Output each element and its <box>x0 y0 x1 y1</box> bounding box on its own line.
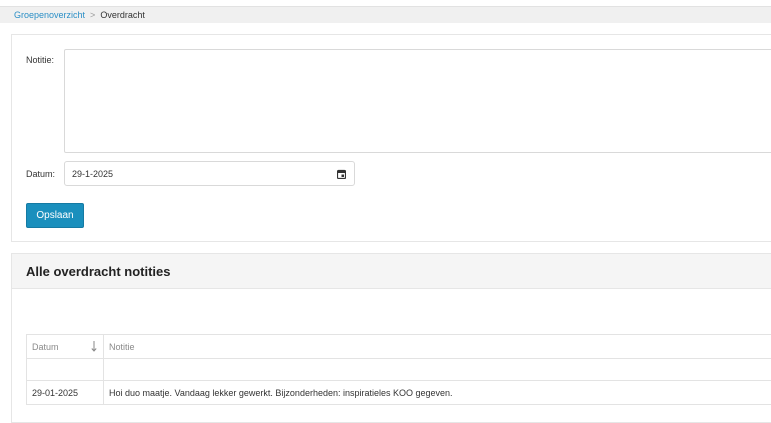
notities-table: Datum Notitie 29-01-2025 Hoi duo maatje.… <box>26 334 771 405</box>
table-cell <box>27 359 104 381</box>
datum-input[interactable]: 29-1-2025 <box>64 161 355 186</box>
datum-value: 29-1-2025 <box>72 169 113 179</box>
table-header-row: Datum Notitie <box>27 335 771 359</box>
table-row[interactable]: 29-01-2025 Hoi duo maatje. Vandaag lekke… <box>27 381 771 405</box>
table-filter-row <box>27 359 771 381</box>
datum-label: Datum: <box>26 169 55 179</box>
save-button[interactable]: Opslaan <box>26 203 84 228</box>
panel-title: Alle overdracht notities <box>26 264 170 279</box>
column-header-notitie[interactable]: Notitie <box>104 335 771 359</box>
table-cell-notitie: Hoi duo maatje. Vandaag lekker gewerkt. … <box>104 381 771 405</box>
column-header-datum[interactable]: Datum <box>27 335 104 359</box>
sort-down-arrow-icon[interactable] <box>91 341 97 352</box>
overdracht-list-panel: Alle overdracht notities Datum Notitie <box>11 253 771 423</box>
column-header-datum-label: Datum <box>32 342 59 352</box>
notitie-label: Notitie: <box>26 55 54 65</box>
breadcrumb-link-groepenoverzicht[interactable]: Groepenoverzicht <box>14 10 85 20</box>
overdracht-form-panel: Notitie: Datum: 29-1-2025 Opslaan <box>11 34 771 242</box>
notitie-textarea[interactable] <box>64 49 771 153</box>
table-cell <box>104 359 771 381</box>
panel-header: Alle overdracht notities <box>12 254 771 289</box>
table-cell-datum: 29-01-2025 <box>27 381 104 405</box>
breadcrumb-current: Overdracht <box>100 10 145 20</box>
breadcrumb-separator: > <box>90 10 95 20</box>
breadcrumb: Groepenoverzicht > Overdracht <box>0 6 771 23</box>
calendar-icon[interactable] <box>337 169 346 179</box>
